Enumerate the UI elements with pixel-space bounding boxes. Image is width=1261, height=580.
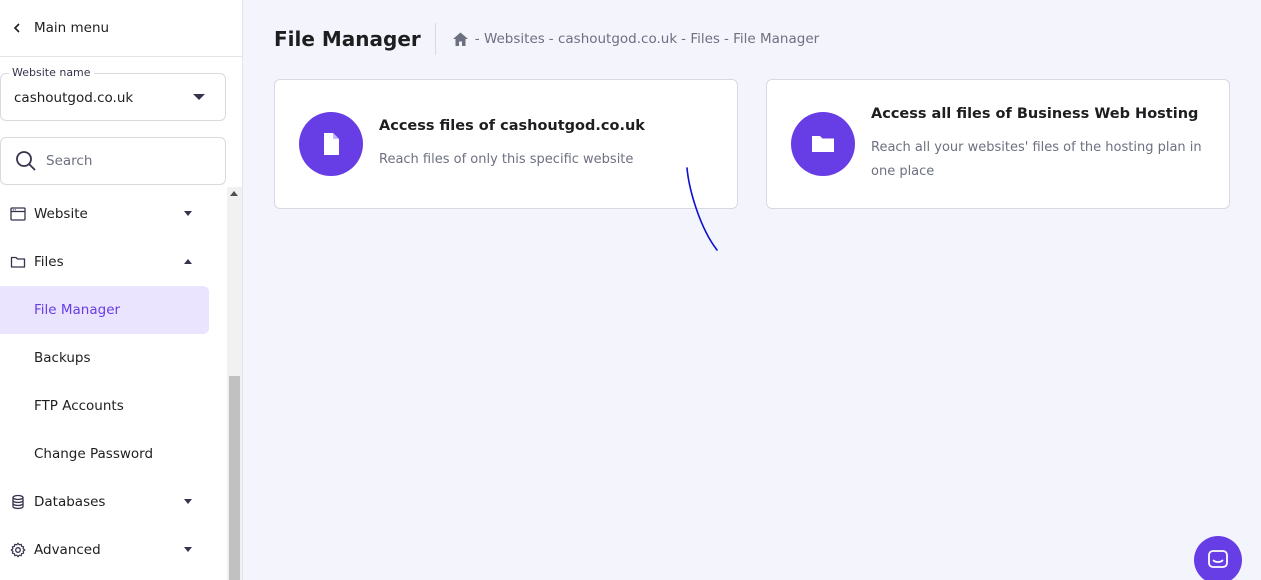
sidebar-nav: Website Files File Manager Backups FTP A…	[0, 190, 226, 574]
card-icon-circle	[791, 112, 855, 176]
chat-bubble-icon	[1208, 550, 1228, 568]
caret-up-icon	[184, 259, 192, 264]
sidebar-item-change-password[interactable]: Change Password	[0, 430, 226, 478]
browser-window-icon	[10, 207, 26, 221]
breadcrumb-item-file-manager: - File Manager	[723, 31, 820, 47]
sidebar-item-file-manager[interactable]: File Manager	[0, 286, 209, 334]
card-description: Reach all your websites' files of the ho…	[871, 140, 1202, 179]
website-name-select[interactable]: Website name cashoutgod.co.uk	[0, 66, 226, 121]
gear-icon	[10, 542, 26, 558]
caret-down-icon	[184, 499, 192, 504]
folder-icon	[812, 136, 834, 152]
main-menu-label: Main menu	[34, 20, 110, 36]
card-title: Access all files of Business Web Hosting	[871, 106, 1199, 122]
search-input[interactable]	[46, 153, 196, 169]
sidebar-item-files[interactable]: Files	[0, 238, 226, 286]
sidebar-item-backups[interactable]: Backups	[0, 334, 226, 382]
search-icon	[16, 151, 36, 171]
website-name-value: cashoutgod.co.uk	[14, 90, 134, 106]
sidebar-item-label: Advanced	[34, 542, 101, 558]
sidebar-item-databases[interactable]: Databases	[0, 478, 226, 526]
access-website-files-card[interactable]: Access files of cashoutgod.co.uk Reach f…	[274, 79, 738, 209]
sidebar-item-label: Databases	[34, 494, 106, 510]
sidebar-scrollbar[interactable]	[227, 187, 242, 580]
home-icon[interactable]	[452, 31, 469, 48]
scroll-up-arrow-icon[interactable]	[230, 191, 238, 196]
sidebar-item-label: Change Password	[34, 446, 154, 462]
sidebar-item-label: FTP Accounts	[34, 398, 124, 414]
sidebar: Main menu Website name cashoutgod.co.uk …	[0, 0, 243, 580]
caret-down-icon	[184, 211, 192, 216]
sidebar-item-ftp-accounts[interactable]: FTP Accounts	[0, 382, 226, 430]
file-icon	[324, 133, 339, 155]
chat-support-button[interactable]	[1194, 536, 1242, 580]
card-icon-circle	[299, 112, 363, 176]
card-title: Access files of cashoutgod.co.uk	[379, 118, 645, 134]
folder-icon	[10, 256, 26, 268]
caret-down-icon	[193, 94, 205, 100]
sidebar-item-label: File Manager	[34, 302, 121, 318]
card-description: Reach files of only this specific websit…	[379, 152, 634, 167]
breadcrumb: - Websites - cashoutgod.co.uk - Files - …	[452, 31, 823, 48]
access-all-files-card[interactable]: Access all files of Business Web Hosting…	[766, 79, 1230, 209]
database-icon	[12, 494, 24, 510]
header-divider	[434, 23, 436, 55]
scrollbar-thumb[interactable]	[229, 376, 240, 580]
main-menu-button[interactable]: Main menu	[0, 0, 242, 57]
breadcrumb-item-files[interactable]: - Files	[681, 31, 720, 47]
page-header: File Manager - Websites - cashoutgod.co.…	[274, 22, 823, 56]
sidebar-item-label: Backups	[34, 350, 91, 366]
caret-down-icon	[184, 547, 192, 552]
sidebar-item-label: Website	[34, 206, 88, 222]
page-title: File Manager	[274, 27, 421, 51]
search-box	[0, 137, 226, 185]
breadcrumb-item-websites[interactable]: - Websites	[475, 31, 545, 47]
sidebar-item-advanced[interactable]: Advanced	[0, 526, 226, 574]
sidebar-item-label: Files	[34, 254, 64, 270]
website-name-legend: Website name	[9, 66, 94, 79]
chevron-left-icon	[13, 23, 20, 33]
sidebar-item-website[interactable]: Website	[0, 190, 226, 238]
breadcrumb-item-website[interactable]: - cashoutgod.co.uk	[549, 31, 677, 47]
